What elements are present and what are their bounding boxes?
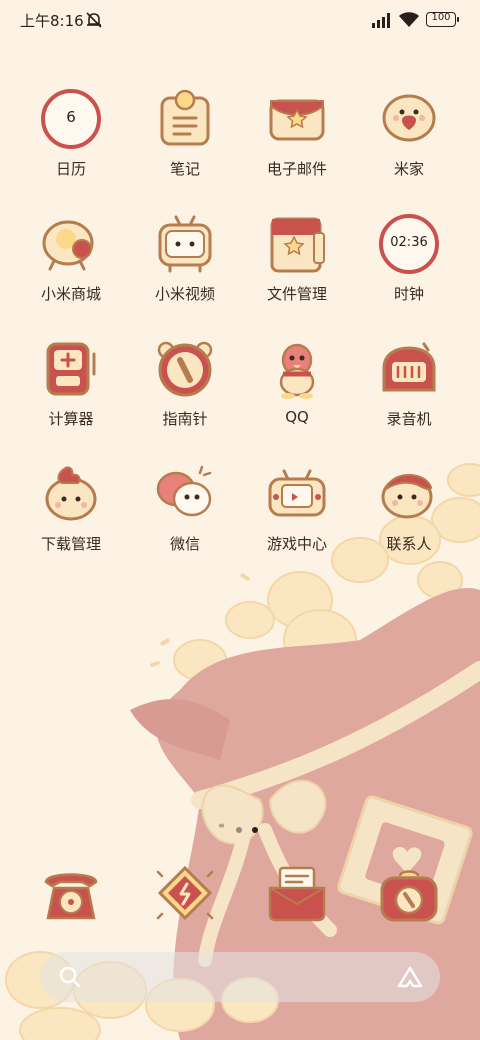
app-mi-video[interactable]: 小米视频 xyxy=(130,213,240,333)
app-label: 联系人 xyxy=(386,535,432,553)
app-label: 游戏中心 xyxy=(266,535,327,553)
download-manager-icon xyxy=(45,466,97,521)
mi-store-icon xyxy=(42,220,94,271)
game-center-icon xyxy=(268,469,326,517)
app-label: 电子邮件 xyxy=(266,160,327,178)
battery-level: 100 xyxy=(431,12,451,23)
app-phone[interactable] xyxy=(16,864,126,926)
app-messages[interactable] xyxy=(242,864,352,926)
notes-icon xyxy=(160,89,210,146)
recorder-icon xyxy=(382,342,436,392)
app-label: 录音机 xyxy=(386,410,432,428)
mijia-icon xyxy=(382,94,436,142)
app-label: 文件管理 xyxy=(266,285,327,303)
wechat-icon xyxy=(156,465,212,517)
search-icon xyxy=(58,965,82,993)
wifi-icon xyxy=(398,10,420,32)
app-file-manager[interactable]: 文件管理 xyxy=(242,213,352,333)
assistant-icon[interactable] xyxy=(396,965,424,993)
app-themes[interactable] xyxy=(130,864,240,926)
app-clock[interactable]: 02:36 时钟 xyxy=(354,213,464,333)
app-label: 指南针 xyxy=(162,410,208,428)
battery-icon: 100 xyxy=(426,12,459,27)
app-label: 小米商城 xyxy=(40,285,101,303)
clock-time: 02:36 xyxy=(390,235,428,250)
search-bar[interactable] xyxy=(40,952,440,1002)
messages-icon xyxy=(268,866,326,922)
app-label: 下载管理 xyxy=(40,535,101,553)
app-mi-store[interactable]: 小米商城 xyxy=(16,213,126,333)
app-game-center[interactable]: 游戏中心 xyxy=(242,463,352,583)
status-time: 上午8:16 xyxy=(20,12,84,30)
app-notes[interactable]: 笔记 xyxy=(130,88,240,208)
mi-video-icon xyxy=(158,215,212,273)
app-qq[interactable]: QQ xyxy=(242,338,352,458)
compass-icon xyxy=(157,341,213,397)
signal-icon xyxy=(372,12,394,32)
app-download-manager[interactable]: 下载管理 xyxy=(16,463,126,583)
app-label: 日历 xyxy=(55,160,86,178)
app-label: QQ xyxy=(285,408,309,426)
app-label: 米家 xyxy=(393,160,424,178)
camera-icon xyxy=(380,870,438,922)
app-calculator[interactable]: 计算器 xyxy=(16,338,126,458)
mute-icon xyxy=(84,10,104,34)
app-mijia[interactable]: 米家 xyxy=(354,88,464,208)
page-dot-active xyxy=(252,827,258,833)
app-label: 微信 xyxy=(169,535,200,553)
app-label: 笔记 xyxy=(169,160,200,178)
app-compass[interactable]: 指南针 xyxy=(130,338,240,458)
app-contacts[interactable]: 联系人 xyxy=(354,463,464,583)
app-calendar[interactable]: 6 日历 xyxy=(16,88,126,208)
qq-icon xyxy=(279,343,315,399)
contacts-icon xyxy=(381,473,433,519)
app-label: 时钟 xyxy=(393,285,424,303)
phone-icon xyxy=(44,873,98,920)
app-recorder[interactable]: 录音机 xyxy=(354,338,464,458)
email-icon xyxy=(269,99,325,141)
app-email[interactable]: 电子邮件 xyxy=(242,88,352,208)
calculator-icon xyxy=(46,342,96,396)
page-dot xyxy=(236,827,242,833)
calendar-date: 6 xyxy=(66,108,76,126)
app-camera[interactable] xyxy=(354,864,464,926)
app-label: 小米视频 xyxy=(154,285,215,303)
app-label: 计算器 xyxy=(48,410,94,428)
themes-icon xyxy=(156,865,214,921)
file-manager-icon xyxy=(270,217,325,273)
app-wechat[interactable]: 微信 xyxy=(130,463,240,583)
status-bar: 上午8:16 100 xyxy=(0,0,480,40)
page-indicator-lines-icon: ≡ xyxy=(218,821,225,830)
